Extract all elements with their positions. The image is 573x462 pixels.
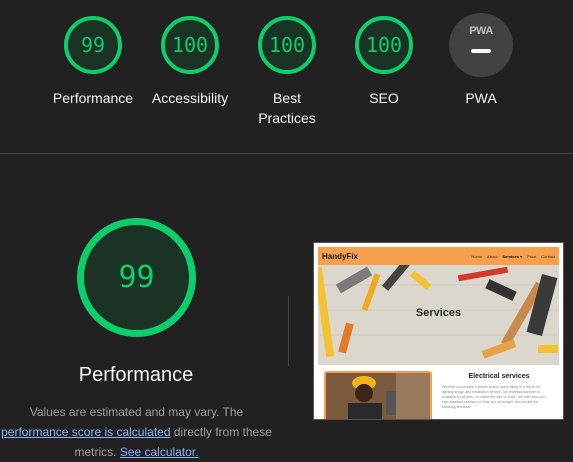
nav-link: Services ▾ [502, 253, 523, 259]
electrician-image [326, 373, 430, 419]
performance-score-link[interactable]: performance score is calculated [1, 425, 170, 439]
category-gauges: 99 Performance 100 Accessibility 100 Bes… [0, 0, 573, 153]
hero-banner: Services [318, 265, 559, 365]
final-screenshot-thumbnail[interactable]: HandyFix Home About Services ▾ Price Con… [313, 242, 564, 420]
performance-description: Values are estimated and may vary. The p… [0, 402, 273, 462]
gauge-best-practices[interactable]: 100 Best Practices [237, 16, 337, 128]
hero-title: Services [415, 307, 462, 319]
desc-prefix: Values are estimated and may vary. The [29, 405, 244, 419]
gauge-label: Best Practices [258, 90, 316, 126]
section-title: Electrical services [468, 373, 530, 380]
gauge-pwa[interactable]: PWA PWA [431, 13, 531, 108]
services-section: Electrical services Whether you require … [318, 367, 559, 419]
gauge-score: 100 [355, 16, 413, 74]
pwa-badge-text: PWA [469, 25, 493, 37]
gauge-label: Accessibility [151, 90, 229, 106]
gauge-accessibility[interactable]: 100 Accessibility [140, 16, 240, 108]
performance-score-gauge: 99 [77, 218, 196, 337]
gauge-performance[interactable]: 99 Performance [43, 16, 143, 108]
gauge-label: PWA [465, 90, 497, 106]
gauge-score: 100 [161, 16, 219, 74]
site-navbar: HandyFix Home About Services ▾ Price Con… [318, 247, 559, 265]
gauge-score: 99 [64, 16, 122, 74]
nav-link: About [487, 253, 498, 259]
pwa-dash-icon [471, 49, 491, 53]
nav-link: Contact [541, 253, 555, 259]
site-logo: HandyFix [322, 251, 359, 261]
section-divider [0, 153, 573, 154]
nav-link: Home [471, 253, 483, 259]
performance-title: Performance [78, 364, 194, 386]
nav-link: Price [527, 253, 537, 259]
gauge-label: SEO [369, 90, 399, 106]
electrician-photo [324, 371, 432, 419]
site-nav-links: Home About Services ▾ Price Contact [471, 254, 555, 259]
gauge-seo[interactable]: 100 SEO [334, 16, 434, 108]
gauge-label: Performance [52, 90, 134, 106]
gauge-score: 100 [258, 16, 316, 74]
section-body: Whether you require a simple smoke alarm… [442, 385, 546, 409]
vertical-divider [288, 296, 289, 366]
pwa-badge-icon: PWA [449, 13, 513, 77]
see-calculator-link[interactable]: See calculator. [120, 445, 199, 459]
